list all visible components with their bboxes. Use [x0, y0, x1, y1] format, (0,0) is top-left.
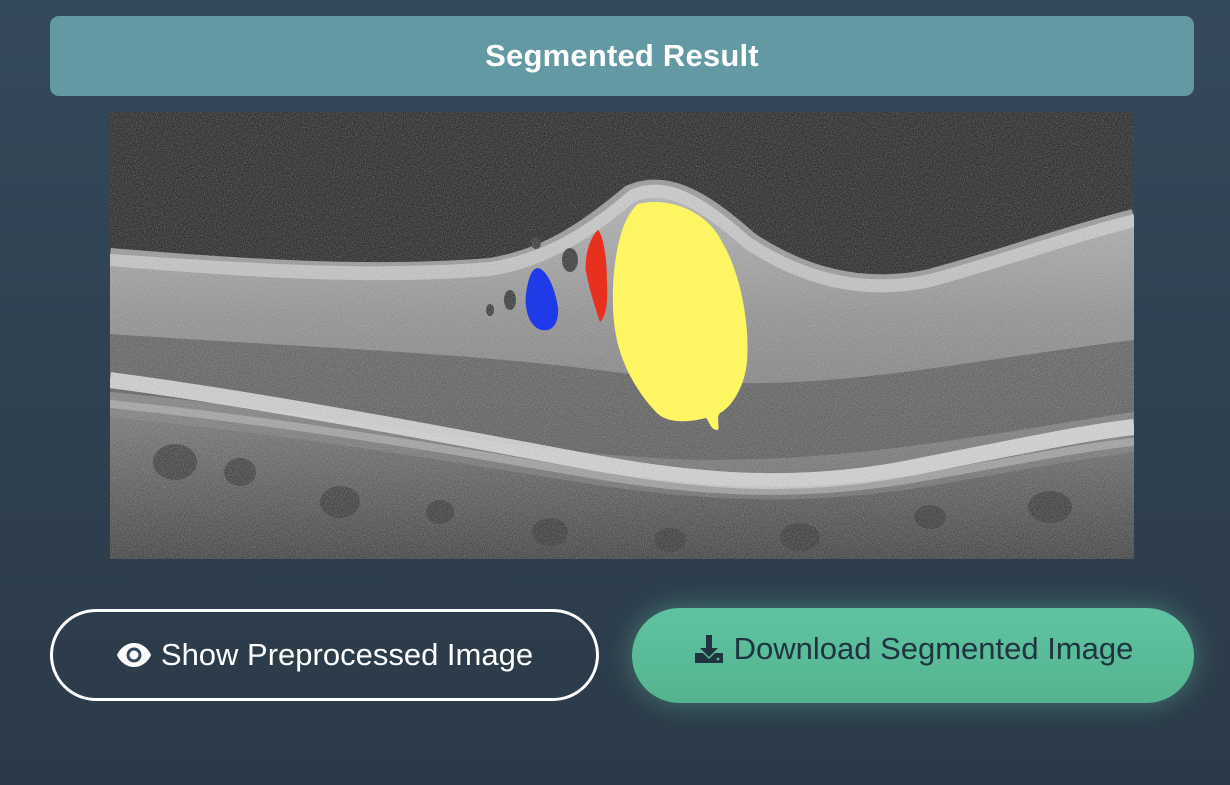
page-title: Segmented Result [485, 38, 759, 73]
result-header: Segmented Result [50, 16, 1194, 96]
segmented-oct-image [110, 112, 1134, 559]
download-segmented-label: Download Segmented Image [733, 630, 1134, 666]
eye-icon [116, 643, 151, 667]
download-segmented-button[interactable]: Download Segmented Image [632, 608, 1194, 703]
show-preprocessed-label: Show Preprocessed Image [160, 637, 534, 672]
show-preprocessed-button[interactable]: Show Preprocessed Image [50, 609, 599, 701]
download-icon [694, 634, 723, 663]
